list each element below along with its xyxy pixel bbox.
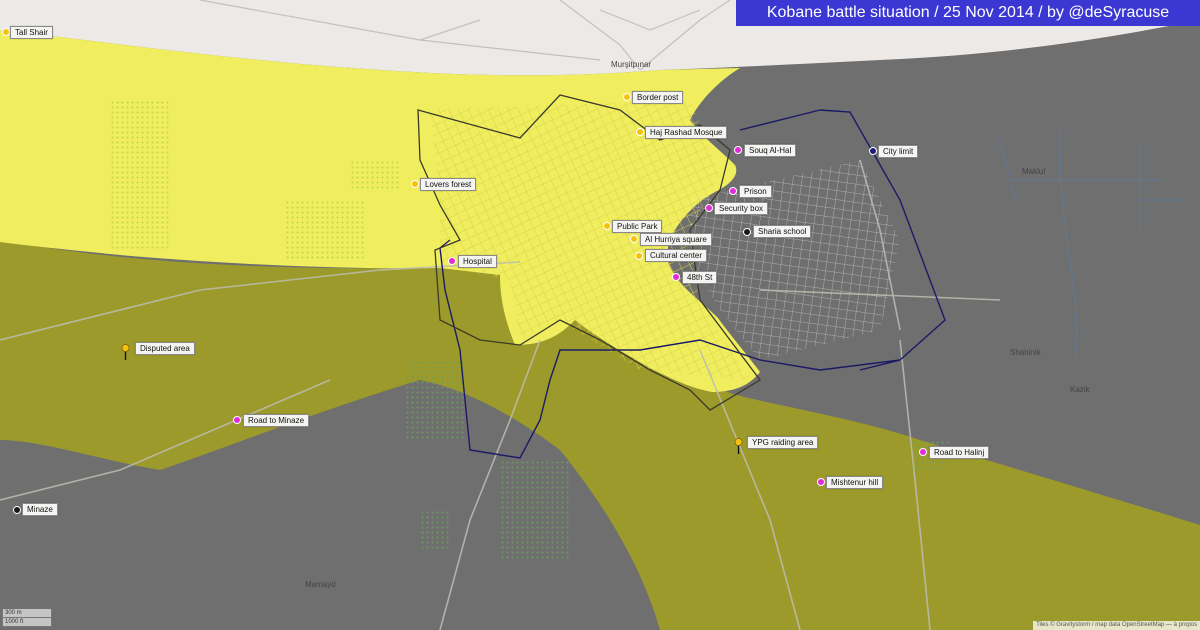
- label-city-limit[interactable]: City limit: [878, 145, 919, 158]
- marker-hospital-icon[interactable]: [448, 257, 456, 265]
- label-lovers-forest[interactable]: Lovers forest: [420, 178, 477, 191]
- marker-lovers-forest-icon[interactable]: [411, 180, 419, 188]
- marker-tall-shair-icon[interactable]: [2, 28, 10, 36]
- marker-city-limit-icon[interactable]: [869, 147, 877, 155]
- label-minaze[interactable]: Minaze: [22, 503, 58, 516]
- label-ypg-raiding-area[interactable]: YPG raiding area: [747, 436, 819, 449]
- label-tall-shair[interactable]: Tall Shair: [10, 26, 53, 39]
- label-disputed-area[interactable]: Disputed area: [135, 342, 195, 355]
- label-road-to-halinj[interactable]: Road to Halinj: [929, 446, 990, 459]
- marker-sharia-school-icon[interactable]: [743, 228, 751, 236]
- town-mursitpinar: Murşitpınar: [611, 60, 652, 69]
- marker-security-box-icon[interactable]: [705, 204, 713, 212]
- label-mishtenur-hill[interactable]: Mishtenur hill: [826, 476, 884, 489]
- disputed-area-pin-icon[interactable]: [121, 344, 130, 360]
- label-prison[interactable]: Prison: [739, 185, 772, 198]
- marker-road-to-halinj-icon[interactable]: [919, 448, 927, 456]
- town-kazik: Kazik: [1070, 385, 1090, 394]
- scale-bar-metric: 300 m: [2, 609, 52, 618]
- town-shahinik: Shahinik: [1010, 348, 1041, 357]
- marker-mishtenur-hill-icon[interactable]: [817, 478, 825, 486]
- label-cultural-center[interactable]: Cultural center: [645, 249, 708, 262]
- town-mamayd: Mamayd: [305, 580, 336, 589]
- label-road-to-minaze[interactable]: Road to Minaze: [243, 414, 310, 427]
- marker-border-post-icon[interactable]: [623, 93, 631, 101]
- marker-cultural-center-icon[interactable]: [635, 252, 643, 260]
- marker-haj-rashad-icon[interactable]: [636, 128, 644, 136]
- label-security-box[interactable]: Security box: [714, 202, 769, 215]
- map-title: Kobane battle situation / 25 Nov 2014 / …: [736, 0, 1200, 26]
- label-haj-rashad-mosque[interactable]: Haj Rashad Mosque: [645, 126, 728, 139]
- label-souq-al-hal[interactable]: Souq Al-Hal: [744, 144, 797, 157]
- town-maklul: Maklul: [1022, 167, 1046, 176]
- ypg-raiding-area-pin-icon[interactable]: [734, 438, 743, 454]
- label-public-park[interactable]: Public Park: [612, 220, 663, 233]
- marker-48th-st-icon[interactable]: [672, 273, 680, 281]
- scale-bar-imperial: 1000 ft: [2, 618, 52, 627]
- marker-public-park-icon[interactable]: [603, 222, 611, 230]
- marker-road-to-minaze-icon[interactable]: [233, 416, 241, 424]
- marker-prison-icon[interactable]: [729, 187, 737, 195]
- map-attribution[interactable]: Tiles © Gravitystorm / map data OpenStre…: [1033, 621, 1200, 630]
- marker-al-hurriya-icon[interactable]: [630, 235, 638, 243]
- marker-souq-al-hal-icon[interactable]: [734, 146, 742, 154]
- marker-minaze-icon[interactable]: [13, 506, 21, 514]
- label-hospital[interactable]: Hospital: [458, 255, 497, 268]
- map-canvas[interactable]: Kobane battle situation / 25 Nov 2014 / …: [0, 0, 1200, 630]
- label-sharia-school[interactable]: Sharia school: [753, 225, 812, 238]
- label-border-post[interactable]: Border post: [632, 91, 684, 104]
- map-layers: [0, 0, 1200, 630]
- label-al-hurriya-square[interactable]: Al Hurriya square: [640, 233, 712, 246]
- label-48th-st[interactable]: 48th St: [682, 271, 718, 284]
